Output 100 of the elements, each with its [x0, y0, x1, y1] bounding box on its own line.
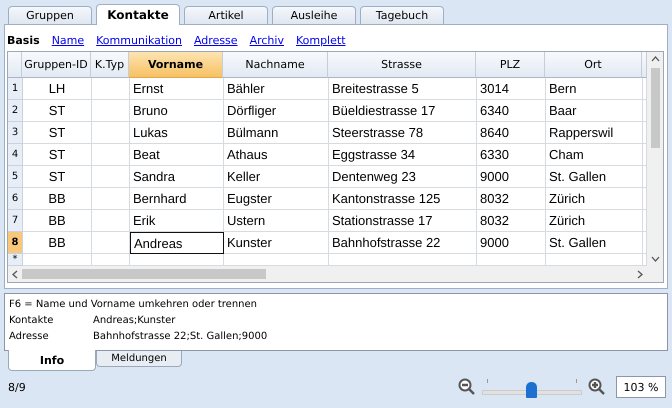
- table-cell: Bernhard: [130, 188, 224, 210]
- table-cell: Sandra: [130, 166, 224, 188]
- tab[interactable]: Artikel: [184, 6, 268, 24]
- view-link[interactable]: Adresse: [194, 34, 238, 47]
- table-cell: [92, 166, 130, 188]
- tab[interactable]: Ausleihe: [272, 6, 356, 24]
- column-header[interactable]: PLZ: [476, 52, 545, 78]
- row-number[interactable]: 7: [8, 210, 23, 232]
- table-cell: Bahnhofstrasse 22: [329, 232, 477, 254]
- table-cell: 3014: [477, 78, 546, 100]
- column-header[interactable]: K.Typ: [91, 52, 129, 78]
- scroll-thumb[interactable]: [22, 269, 266, 279]
- view-link[interactable]: Kommunikation: [96, 34, 182, 47]
- scroll-left-icon[interactable]: [12, 270, 18, 278]
- zoom-field[interactable]: 103 %: [616, 376, 666, 398]
- column-header: [642, 52, 647, 78]
- table-cell: St. Gallen: [546, 166, 643, 188]
- column-header[interactable]: Gruppen-ID: [22, 52, 91, 78]
- table-cell: ST: [23, 100, 92, 122]
- table-cell: 6340: [477, 100, 546, 122]
- horizontal-scrollbar[interactable]: [8, 266, 663, 282]
- tab[interactable]: Info: [8, 350, 96, 371]
- vertical-scrollbar[interactable]: [647, 52, 663, 266]
- table-cell: Kunster: [224, 232, 329, 254]
- table-cell: 8640: [477, 122, 546, 144]
- table-cell: Baar: [546, 100, 643, 122]
- table-cell: Ustern: [224, 210, 329, 232]
- row-number[interactable]: 1: [8, 78, 23, 100]
- column-header[interactable]: Vorname: [129, 52, 223, 78]
- table-cell: Athaus: [224, 144, 329, 166]
- table-cell: Dörfliger: [224, 100, 329, 122]
- table-cell: St. Gallen: [546, 232, 643, 254]
- table-cell: Zürich: [546, 210, 643, 232]
- table-cell: BB: [23, 188, 92, 210]
- record-counter: 8/9: [8, 380, 26, 394]
- table-cell: 8032: [477, 188, 546, 210]
- table-cell: Zürich: [546, 188, 643, 210]
- table-cell: Bülmann: [224, 122, 329, 144]
- table-cell: ST: [23, 166, 92, 188]
- row-number[interactable]: 3: [8, 122, 23, 144]
- scroll-right-icon[interactable]: [637, 270, 643, 278]
- tab[interactable]: Meldungen: [96, 351, 182, 367]
- row-number[interactable]: 2: [8, 100, 23, 122]
- table-cell: Dentenweg 23: [329, 166, 477, 188]
- table-cell: Eugster: [224, 188, 329, 210]
- table-cell: BB: [23, 232, 92, 254]
- scroll-down-icon[interactable]: [650, 256, 660, 262]
- table-cell: Breitestrasse 5: [329, 78, 477, 100]
- tab[interactable]: Kontakte: [96, 4, 180, 25]
- column-header[interactable]: Nachname: [223, 52, 328, 78]
- table-cell: [92, 122, 130, 144]
- row-number[interactable]: 6: [8, 188, 23, 210]
- info-label: Adresse: [9, 330, 50, 344]
- tab[interactable]: Gruppen: [8, 6, 92, 24]
- table-cell: Beat: [130, 144, 224, 166]
- row-number[interactable]: 5: [8, 166, 23, 188]
- view-link[interactable]: Komplett: [296, 34, 346, 47]
- table-cell: BB: [23, 210, 92, 232]
- table-cell: Bruno: [130, 100, 224, 122]
- table-cell: Keller: [224, 166, 329, 188]
- row-number[interactable]: 4: [8, 144, 23, 166]
- table-cell: [92, 78, 130, 100]
- view-link[interactable]: Basis: [7, 34, 40, 47]
- table-cell: [92, 100, 130, 122]
- tab[interactable]: Tagebuch: [360, 6, 444, 24]
- table-cell: [92, 144, 130, 166]
- table-cell: ST: [23, 122, 92, 144]
- table-cell: LH: [23, 78, 92, 100]
- info-value: Andreas;Kunster: [93, 314, 176, 328]
- row-number[interactable]: 8: [8, 232, 23, 254]
- table-cell: Büeldiestrasse 17: [329, 100, 477, 122]
- zoom-in-icon[interactable]: [588, 378, 606, 396]
- table-cell: Rapperswil: [546, 122, 643, 144]
- table-cell: 8032: [477, 210, 546, 232]
- table-cell: Eggstrasse 34: [329, 144, 477, 166]
- scroll-up-icon[interactable]: [650, 56, 660, 62]
- table-cell: Bähler: [224, 78, 329, 100]
- table-cell: Ernst: [130, 78, 224, 100]
- info-value: Bahnhofstrasse 22;St. Gallen;9000: [93, 330, 268, 344]
- table-cell: Andreas: [130, 232, 224, 254]
- table-cell: Kantonstrasse 125: [329, 188, 477, 210]
- table-cell: Lukas: [130, 122, 224, 144]
- table-cell: Stationstrasse 17: [329, 210, 477, 232]
- view-link[interactable]: Archiv: [250, 34, 284, 47]
- zoom-slider[interactable]: [482, 377, 582, 397]
- table-cell: [92, 188, 130, 210]
- table-cell: [92, 210, 130, 232]
- table-cell: ST: [23, 144, 92, 166]
- view-link[interactable]: Name: [52, 34, 84, 47]
- table-cell: Steerstrasse 78: [329, 122, 477, 144]
- column-header[interactable]: Strasse: [328, 52, 476, 78]
- new-row-marker: *: [8, 254, 23, 266]
- table-cell: Bern: [546, 78, 643, 100]
- table-cell: 9000: [477, 166, 546, 188]
- table-cell: 6330: [477, 144, 546, 166]
- zoom-out-icon[interactable]: [458, 378, 476, 396]
- scroll-thumb[interactable]: [650, 68, 660, 148]
- table-cell: [92, 232, 130, 254]
- column-header[interactable]: Ort: [545, 52, 642, 78]
- table-cell: 9000: [477, 232, 546, 254]
